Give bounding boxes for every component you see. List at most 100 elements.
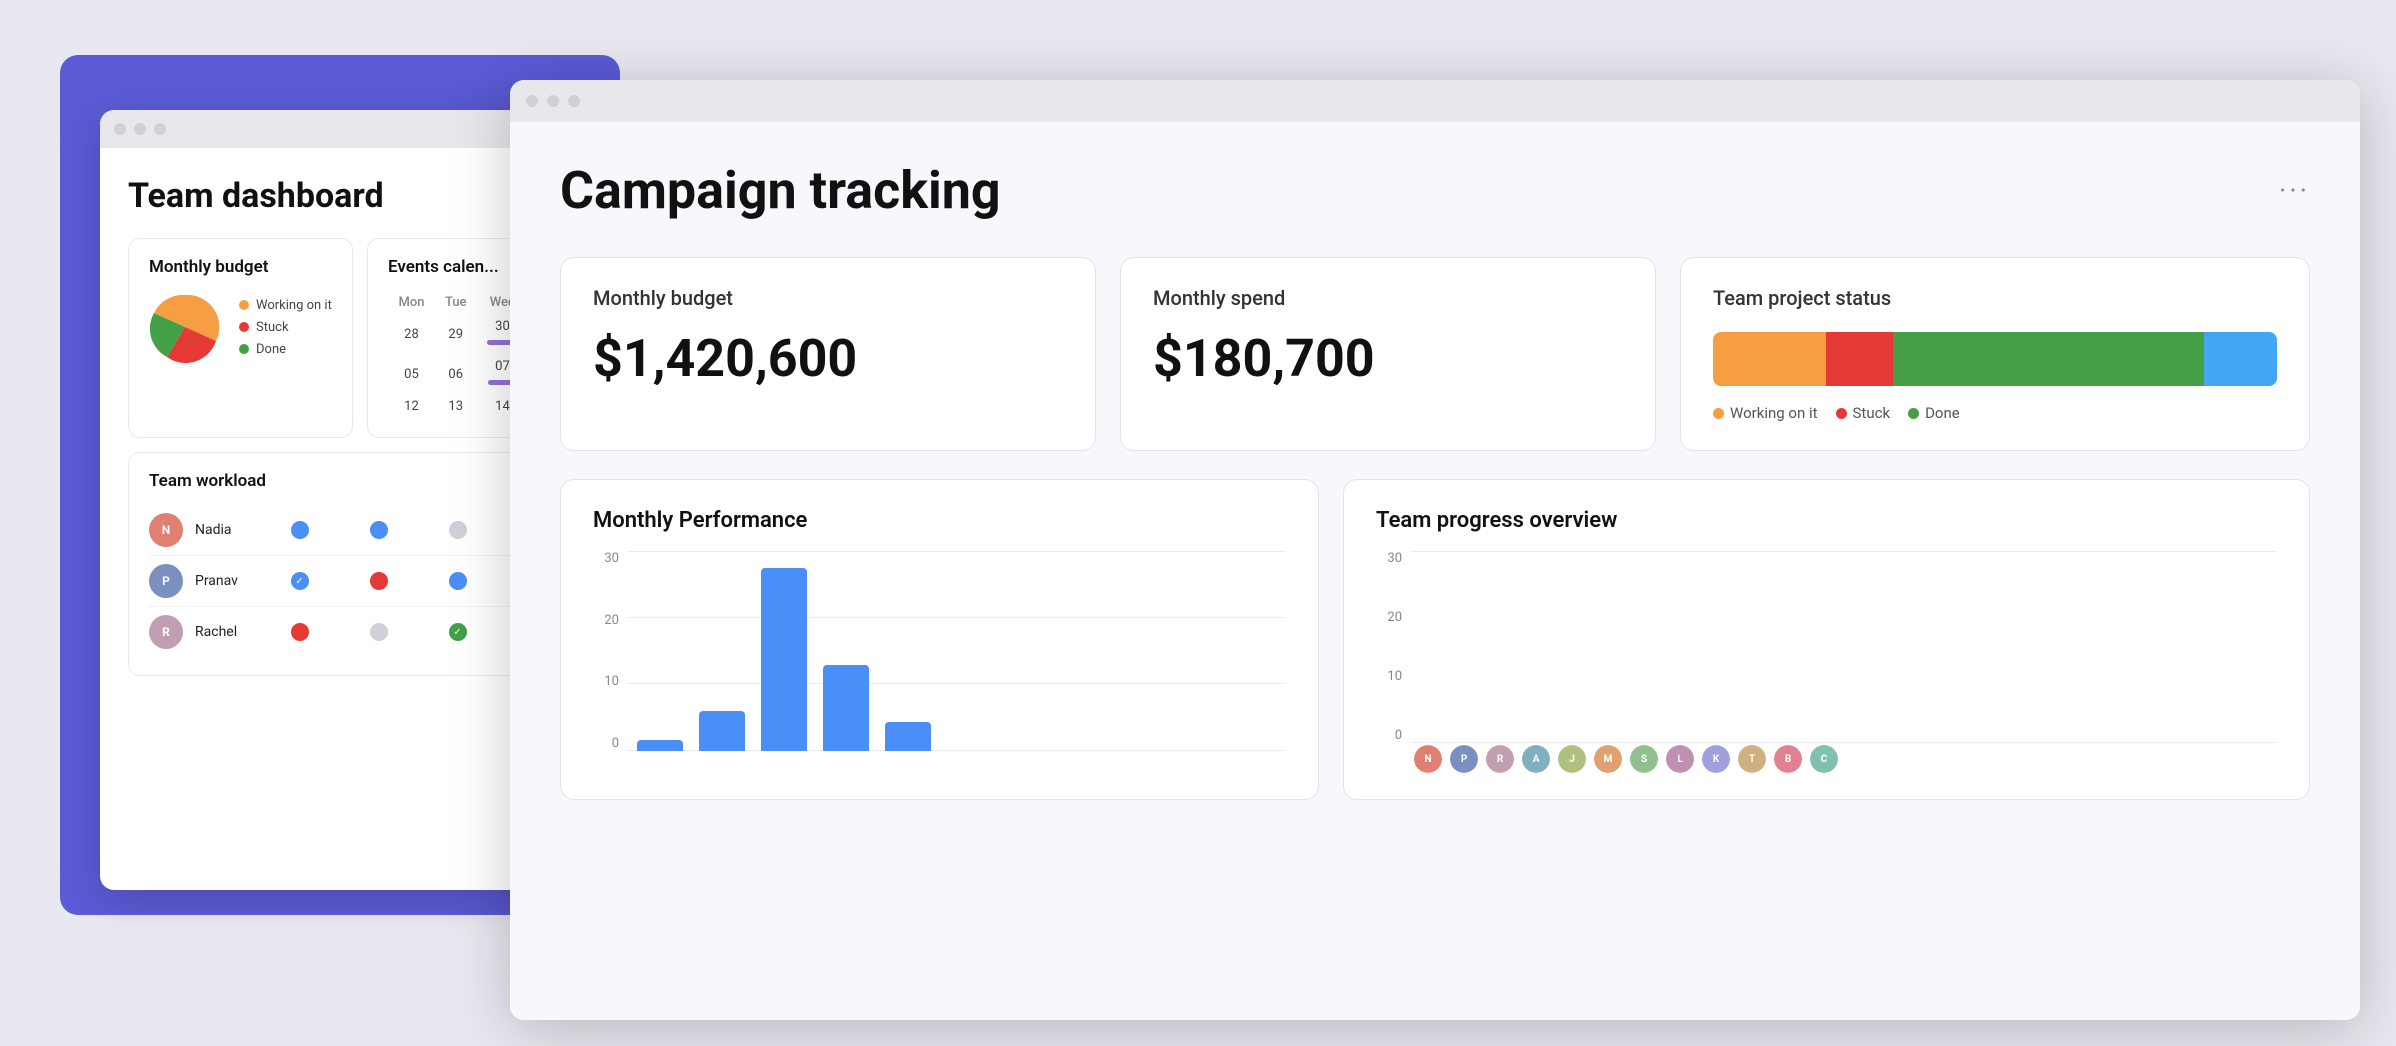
campaign-tracking-window: Campaign tracking ··· Monthly budget $1,… xyxy=(510,80,2360,1020)
legend-label-stuck: Stuck xyxy=(1853,404,1891,422)
dot xyxy=(370,623,388,641)
team-progress-card: Team progress overview 0 10 20 30 xyxy=(1343,479,2310,800)
legend-done: Done xyxy=(239,342,332,357)
budget-legend: Working on it Stuck Done xyxy=(239,298,332,357)
gridline xyxy=(627,551,1286,552)
campaign-dot-3 xyxy=(568,95,580,107)
legend-stuck: Stuck xyxy=(1836,404,1891,422)
team-progress-label: Team progress overview xyxy=(1376,508,2277,533)
more-options-button[interactable]: ··· xyxy=(2279,174,2310,207)
progress-avatar-5: J xyxy=(1558,745,1586,773)
avatar-rachel: R xyxy=(149,615,183,649)
legend-dot-working xyxy=(1713,408,1724,419)
perf-bar-1 xyxy=(637,740,683,751)
progress-avatar-2: P xyxy=(1450,745,1478,773)
legend-label-done: Done xyxy=(256,342,286,357)
prog-y-10: 10 xyxy=(1376,669,1406,684)
legend-working: Working on it xyxy=(239,298,332,313)
progress-avatar-11: B xyxy=(1774,745,1802,773)
progress-avatar-4: A xyxy=(1522,745,1550,773)
name-pranav: Pranav xyxy=(195,573,253,589)
gridline xyxy=(627,617,1286,618)
progress-avatar-10: T xyxy=(1738,745,1766,773)
dot xyxy=(370,521,388,539)
legend-dot-working xyxy=(239,300,249,310)
y-label-20: 20 xyxy=(593,613,623,628)
dot xyxy=(449,572,467,590)
dot xyxy=(291,623,309,641)
legend-dot-stuck xyxy=(239,322,249,332)
campaign-dot-1 xyxy=(526,95,538,107)
name-nadia: Nadia xyxy=(195,522,253,538)
campaign-title: Campaign tracking xyxy=(560,160,1001,221)
bar-seg-working xyxy=(1713,332,1826,386)
prog-y-30: 30 xyxy=(1376,551,1406,566)
progress-avatar-8: L xyxy=(1666,745,1694,773)
progress-avatars: N P R A J M S L K T B C xyxy=(1410,743,2277,771)
cal-cell: 05 xyxy=(388,354,435,394)
gridline xyxy=(1410,551,2277,552)
perf-bar-5 xyxy=(885,722,931,751)
window-dot-3 xyxy=(154,123,166,135)
performance-bars xyxy=(627,551,1286,751)
y-label-30: 30 xyxy=(593,551,623,566)
cal-cell: 29 xyxy=(435,314,477,354)
y-label-0: 0 xyxy=(593,736,623,751)
window-dot-2 xyxy=(134,123,146,135)
team-workload-title: Team workload xyxy=(149,471,571,491)
monthly-spend-card: Monthly spend $180,700 xyxy=(1120,257,1656,451)
legend-stuck: Stuck xyxy=(239,320,332,335)
monthly-budget-card: Monthly budget $1,420,600 xyxy=(560,257,1096,451)
perf-bar-4 xyxy=(823,665,869,751)
campaign-window-bar xyxy=(510,80,2360,122)
legend-label-done: Done xyxy=(1925,404,1960,422)
performance-chart-container: 0 10 20 30 xyxy=(593,551,1286,771)
cal-cell: 12 xyxy=(388,394,435,419)
legend-dot-stuck xyxy=(1836,408,1847,419)
workload-row-pranav: P Pranav xyxy=(149,556,571,607)
y-label-10: 10 xyxy=(593,674,623,689)
legend-label-working: Working on it xyxy=(256,298,332,313)
progress-chart-inner: N P R A J M S L K T B C xyxy=(1410,551,2277,771)
monthly-budget-value: $1,420,600 xyxy=(593,328,1063,389)
monthly-spend-label: Monthly spend xyxy=(1153,286,1623,310)
team-budget-card: Monthly budget xyxy=(128,238,353,438)
team-budget-title: Monthly budget xyxy=(149,257,332,277)
legend-label-stuck: Stuck xyxy=(256,320,289,335)
progress-avatar-9: K xyxy=(1702,745,1730,773)
monthly-performance-card: Monthly Performance 0 10 20 30 xyxy=(560,479,1319,800)
legend-working: Working on it xyxy=(1713,404,1818,422)
dot xyxy=(291,521,309,539)
bar-seg-stuck xyxy=(1826,332,1894,386)
progress-bars xyxy=(1410,551,2277,743)
monthly-budget-label: Monthly budget xyxy=(593,286,1063,310)
budget-pie-chart xyxy=(149,291,221,363)
progress-chart-container: 0 10 20 30 xyxy=(1376,551,2277,771)
cal-cell: 28 xyxy=(388,314,435,354)
legend-dot-done xyxy=(239,344,249,354)
performance-chart-area xyxy=(627,551,1286,751)
project-status-legend: Working on it Stuck Done xyxy=(1713,404,2277,422)
prog-y-20: 20 xyxy=(1376,610,1406,625)
legend-label-working: Working on it xyxy=(1730,404,1818,422)
monthly-spend-value: $180,700 xyxy=(1153,328,1623,389)
cal-day-tue: Tue xyxy=(435,291,477,314)
perf-bar-2 xyxy=(699,711,745,751)
progress-avatar-12: C xyxy=(1810,745,1838,773)
team-project-stacked-bar xyxy=(1713,332,2277,386)
gridline xyxy=(627,683,1286,684)
team-project-status-card: Team project status Working on it Stuck xyxy=(1680,257,2310,451)
monthly-performance-label: Monthly Performance xyxy=(593,508,1286,533)
progress-avatar-6: M xyxy=(1594,745,1622,773)
avatar-pranav: P xyxy=(149,564,183,598)
bottom-charts-row: Monthly Performance 0 10 20 30 xyxy=(560,479,2310,800)
cal-cell: 13 xyxy=(435,394,477,419)
name-rachel: Rachel xyxy=(195,624,253,640)
stat-cards-row: Monthly budget $1,420,600 Monthly spend … xyxy=(560,257,2310,451)
cal-day-mon: Mon xyxy=(388,291,435,314)
avatar-nadia: N xyxy=(149,513,183,547)
team-project-status-label: Team project status xyxy=(1713,286,2277,310)
window-dot-1 xyxy=(114,123,126,135)
dot xyxy=(449,521,467,539)
legend-dot-done xyxy=(1908,408,1919,419)
